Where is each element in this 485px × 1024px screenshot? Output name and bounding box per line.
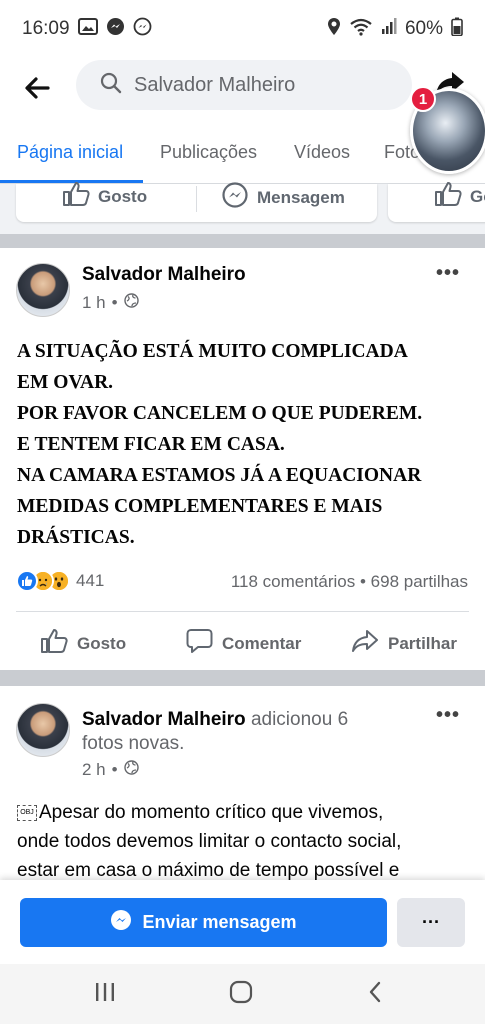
tab-videos[interactable]: Vídeos [294,142,350,163]
battery-icon [451,17,463,42]
avatar[interactable] [16,263,70,317]
location-icon [327,17,341,42]
system-nav-bar [0,964,485,1024]
like-page-button-2[interactable]: Go [434,181,485,212]
comment-count[interactable]: 118 comentários [231,572,355,591]
search-box[interactable]: Salvador Malheiro [76,60,412,110]
recent-apps-icon[interactable] [94,980,116,1009]
post-activity-cont: fotos novas. [82,733,185,754]
divider [16,611,469,612]
back-icon[interactable] [367,980,383,1009]
globe-icon [123,293,139,313]
post-author[interactable]: Salvador Malheiro [82,709,246,730]
like-label: Gosto [98,186,148,206]
comment-icon [186,628,213,659]
post-more-icon[interactable]: ••• [436,704,460,727]
avatar[interactable] [16,703,70,757]
thumbs-up-icon [434,181,462,212]
home-icon[interactable] [229,980,253,1009]
post-body: OBJ Apesar do momento crítico que vivemos… [17,798,472,885]
share-arrow-icon [351,628,379,659]
profile-actions-card: Gosto Mensagem [16,181,377,222]
comment-label: Comentar [222,633,302,653]
search-icon [100,72,122,99]
post-line: MEDIDAS COMPLEMENTARES E MAIS [17,496,383,517]
send-message-button[interactable]: Enviar mensagem [20,898,387,947]
post-body: A SITUAÇÃO ESTÁ MUITO COMPLICADA EM OVAR… [17,336,472,553]
feed-separator [0,670,485,686]
search-text: Salvador Malheiro [134,73,296,96]
thumbs-up-icon [62,181,90,212]
share-label: Partilhar [388,633,457,653]
globe-icon [123,760,139,780]
bottom-action-bar: Enviar mensagem ··· [0,880,485,964]
clock: 16:09 [22,18,70,39]
messenger-icon [106,17,125,42]
tab-home[interactable]: Página inicial [17,142,123,163]
post-line: onde todos devemos limitar o contacto so… [17,831,402,852]
like-label-partial: Go [470,186,485,206]
post-time[interactable]: 1 h [82,293,106,313]
post-time[interactable]: 2 h [82,760,106,780]
obj-placeholder-icon: OBJ [17,804,37,821]
status-bar: 16:09 60% [0,0,485,58]
message-page-button[interactable]: Mensagem [221,181,345,214]
share-count[interactable]: 698 partilhas [371,572,468,591]
like-label: Gosto [77,633,127,653]
divider [196,186,197,212]
like-button[interactable]: Gosto [40,628,126,659]
post-more-icon[interactable]: ••• [436,262,460,285]
tab-posts[interactable]: Publicações [160,142,257,163]
send-message-label: Enviar mensagem [142,912,297,932]
like-reaction-icon [16,570,38,592]
signal-icon [381,17,397,41]
post-activity: adicionou 6 [250,709,349,730]
post-card: Salvador Malheiro adicionou 6 fotos nova… [0,686,485,881]
post-line: DRÁSTICAS. [17,527,135,548]
post-meta: 1 h • [82,293,139,313]
notification-badge: 1 [410,86,436,112]
back-arrow-icon[interactable] [22,72,54,104]
reaction-summary[interactable]: 441 [16,570,104,592]
messenger-outline-icon [133,17,152,42]
wifi-icon [349,17,373,42]
more-options-button[interactable]: ··· [397,898,465,947]
post-line: NA CAMARA ESTAMOS JÁ A EQUACIONAR [17,465,422,486]
profile-actions-card-2: Go [388,181,485,222]
post-card: Salvador Malheiro 1 h • ••• A SITUAÇÃO E… [0,248,485,670]
message-label: Mensagem [257,187,345,207]
post-line: OBJ Apesar do momento crítico que vivemos… [17,798,472,827]
profile-actions-strip: Gosto Mensagem Go [0,181,485,234]
post-line: E TENTEM FICAR EM CASA. [17,434,285,455]
feed-separator [0,234,485,248]
reaction-count: 441 [76,571,105,590]
messenger-icon [110,909,132,936]
post-author[interactable]: Salvador Malheiro [82,264,246,286]
like-page-button[interactable]: Gosto [62,181,147,212]
messenger-icon [221,181,249,214]
share-button[interactable]: Partilhar [351,628,457,659]
post-line: A SITUAÇÃO ESTÁ MUITO COMPLICADA [17,341,408,362]
post-meta: 2 h • [82,760,139,780]
search-header: Salvador Malheiro [0,58,485,120]
battery-percent: 60% [404,18,443,39]
post-line: EM OVAR. [17,372,114,393]
comment-button[interactable]: Comentar [186,628,301,659]
post-line: POR FAVOR CANCELEM O QUE PUDEREM. [17,403,423,424]
post-author-line: Salvador Malheiro adicionou 6 [82,706,422,733]
engagement-counts: 118 comentários • 698 partilhas [230,572,468,591]
thumbs-up-icon [40,628,68,659]
gallery-icon [77,17,98,41]
